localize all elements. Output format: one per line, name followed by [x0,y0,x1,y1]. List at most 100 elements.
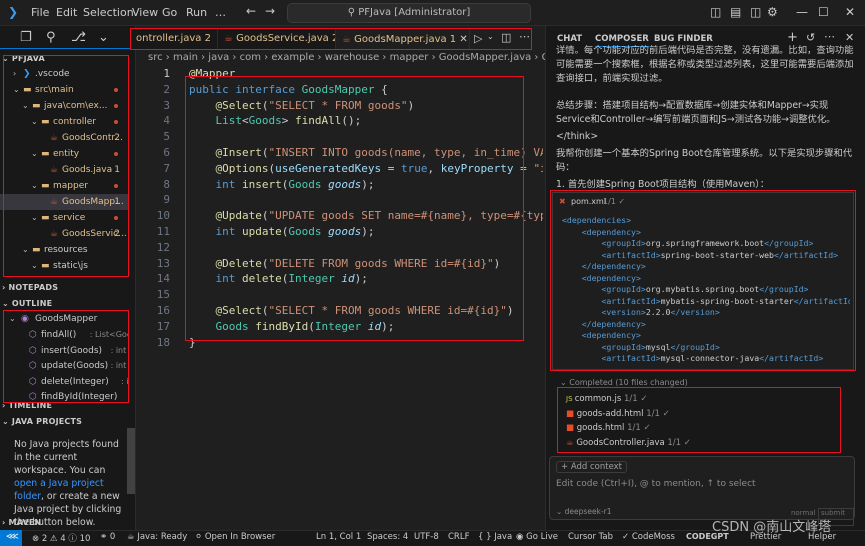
language-mode[interactable]: { } Java [478,532,512,542]
outline-item[interactable]: ⬡ update(Goods): int [0,358,128,374]
outline-item[interactable]: ⬡ delete(Integer): int [0,374,128,390]
tree-item[interactable]: ⌄ ▬ entity [0,146,128,162]
menu-edit[interactable]: Edit [56,6,77,19]
open-in-browser[interactable]: ⚪ Open In Browser [195,532,275,542]
files-icon[interactable]: ❐ [20,30,32,45]
project-header[interactable]: ⌄ PFJAVA [2,54,45,63]
tree-item[interactable]: ⌄ ▬ service [0,210,128,226]
search-sidebar-icon[interactable]: ⚲ [46,30,56,45]
tree-item[interactable]: ⌄ ▬ java\com\ex... [0,98,128,114]
code-line[interactable]: @Update("UPDATE goods SET name=#{name}, … [189,209,544,222]
remote-icon: ⋘ [6,532,19,542]
code-editor[interactable] [136,67,544,530]
model-selector[interactable]: ⌄ deepseek-r1 [556,507,611,516]
java-projects-header[interactable]: ⌄ JAVA PROJECTS [2,417,82,426]
command-center-search[interactable]: ⚲ PFJava [Administrator] [287,3,531,23]
indentation[interactable]: Spaces: 4 [367,532,408,542]
outline-header[interactable]: ⌄ OUTLINE [2,299,52,308]
encoding[interactable]: UTF-8 [414,532,439,542]
menu-go[interactable]: Go [162,6,177,19]
more-icon[interactable]: ⋯ [824,30,835,43]
add-context-button[interactable]: + Add context [556,461,628,473]
remote-indicator[interactable]: ⋘ [0,530,22,546]
changed-file-item[interactable]: ■ goods-add.html 1/1 ✓ [566,409,670,419]
code-line[interactable]: int delete(Integer id); [189,272,368,285]
close-window-icon[interactable]: ✕ [845,5,855,19]
run-icon[interactable]: ▷ [474,32,482,45]
chevron-down-icon[interactable]: ⌄ [98,30,109,45]
code-line[interactable]: @Select("SELECT * FROM goods WHERE id=#{… [189,304,514,317]
new-chat-icon[interactable]: + [787,30,798,45]
tree-item[interactable]: ⌄ ▬ static\js [0,258,128,274]
changed-file-item[interactable]: ■ goods.html 1/1 ✓ [566,423,651,433]
tab-chat[interactable]: CHAT [557,34,582,44]
java-status[interactable]: ☕ Java: Ready [127,532,187,542]
minimize-icon[interactable]: — [796,5,808,19]
code-line[interactable]: @Insert("INSERT INTO goods(name, type, i… [189,146,544,159]
maximize-icon[interactable]: ☐ [818,5,829,19]
more-actions-icon[interactable]: ⋯ [519,30,530,43]
code-line[interactable]: int update(Goods goods); [189,225,375,238]
cursor-position[interactable]: Ln 1, Col 1 [316,532,361,542]
code-line[interactable]: @Options(useGeneratedKeys = true, keyPro… [189,162,544,175]
menu-more[interactable]: … [215,6,226,19]
go-live[interactable]: ◉ Go Live [516,532,558,542]
code-line[interactable]: @Delete("DELETE FROM goods WHERE id=#{id… [189,257,501,270]
input-placeholder[interactable]: Edit code (Ctrl+I), @ to mention, ↑ to s… [556,479,756,489]
menu-selection[interactable]: Selection [83,6,134,19]
outline-root[interactable]: ⌄ ◉ GoodsMapper [0,311,128,327]
chevron-down-icon[interactable]: ⌄ [487,32,494,41]
notepads-header[interactable]: › NOTEPADS [2,283,58,292]
tree-item[interactable]: ☕ GoodsServic... 2 [0,226,128,242]
forward-arrow-icon[interactable]: → [265,4,275,18]
code-line[interactable]: List<Goods> findAll(); [189,114,362,127]
outline-item[interactable]: ⬡ findAll(): List<Goods> [0,327,128,343]
tab-bug-finder[interactable]: BUG FINDER [654,34,713,44]
end-of-line[interactable]: CRLF [448,532,469,542]
outline-item[interactable]: ⬡ insert(Goods): int [0,343,128,359]
close-tab-icon[interactable]: ✕ [456,34,467,45]
tree-item[interactable]: ☕ GoodsContr... 2 [0,130,128,146]
java-projects-label: JAVA PROJECTS [11,417,83,426]
menu-run[interactable]: Run [186,6,207,19]
tree-item[interactable]: ⌄ ▬ src\main [0,82,128,98]
cursor-tab[interactable]: Cursor Tab [568,532,613,542]
editor-tab[interactable]: ☕ GoodsService.java 2 [218,28,336,50]
close-panel-icon[interactable]: ✕ [845,31,854,44]
tree-item[interactable]: ☕ GoodsMapp... 1 [0,194,128,210]
code-line[interactable]: Goods findById(Integer id); [189,320,395,333]
code-line[interactable]: @Select("SELECT * FROM goods") [189,99,415,112]
tree-item[interactable]: ⌄ ▬ controller [0,114,128,130]
menu-view[interactable]: View [132,6,158,19]
toggle-panel-icon[interactable]: ▤ [730,5,741,19]
split-editor-icon[interactable]: ◫ [501,31,511,44]
toggle-secondary-sidebar-icon[interactable]: ◫ [750,5,761,19]
editor-tab[interactable]: ☕ GoodsMapper.java 1 ✕ [336,28,470,50]
changed-file-item[interactable]: ☕ GoodsController.java 1/1 ✓ [566,438,691,448]
history-icon[interactable]: ↺ [806,31,815,44]
tree-item[interactable]: ⌄ ▬ resources [0,242,128,258]
codemoss[interactable]: ✓ CodeMoss [622,532,675,542]
changed-file-item[interactable]: JS common.js 1/1 ✓ [566,394,647,404]
composer-input[interactable]: + Add context Edit code (Ctrl+I), @ to m… [549,456,855,526]
completed-summary[interactable]: ⌄ Completed (10 files changed) [560,378,688,387]
source-control-icon[interactable]: ⎇ [71,30,86,45]
menu-file[interactable]: File [31,6,49,19]
tree-item[interactable]: ⌄ ▬ mapper [0,178,128,194]
editor-tab[interactable]: ontroller.java 2 [130,28,218,50]
code-line[interactable]: public interface GoodsMapper { [189,83,388,96]
tree-item[interactable]: ☕ Goods.java 1 [0,162,128,178]
ports-count[interactable]: ⚭ 0 [100,532,115,542]
toggle-sidebar-icon[interactable]: ◫ [710,5,721,19]
sidebar-scrollbar[interactable] [127,428,135,494]
gear-icon[interactable]: ⚙ [767,5,778,19]
code-line[interactable]: @Mapper [189,67,235,80]
problems-count[interactable]: ⊗ 2 ⚠ 4 ⓘ 10 [32,532,90,544]
back-arrow-icon[interactable]: ← [246,4,256,18]
breadcrumb[interactable]: src › main › java › com › example › ware… [148,52,568,63]
code-line[interactable]: } [189,336,196,349]
maven-header[interactable]: › MAVEN [2,518,41,527]
code-line[interactable]: int insert(Goods goods); [189,178,375,191]
tree-item[interactable]: › ❯ .vscode [0,66,128,82]
timeline-header[interactable]: › TIMELINE [2,401,52,410]
